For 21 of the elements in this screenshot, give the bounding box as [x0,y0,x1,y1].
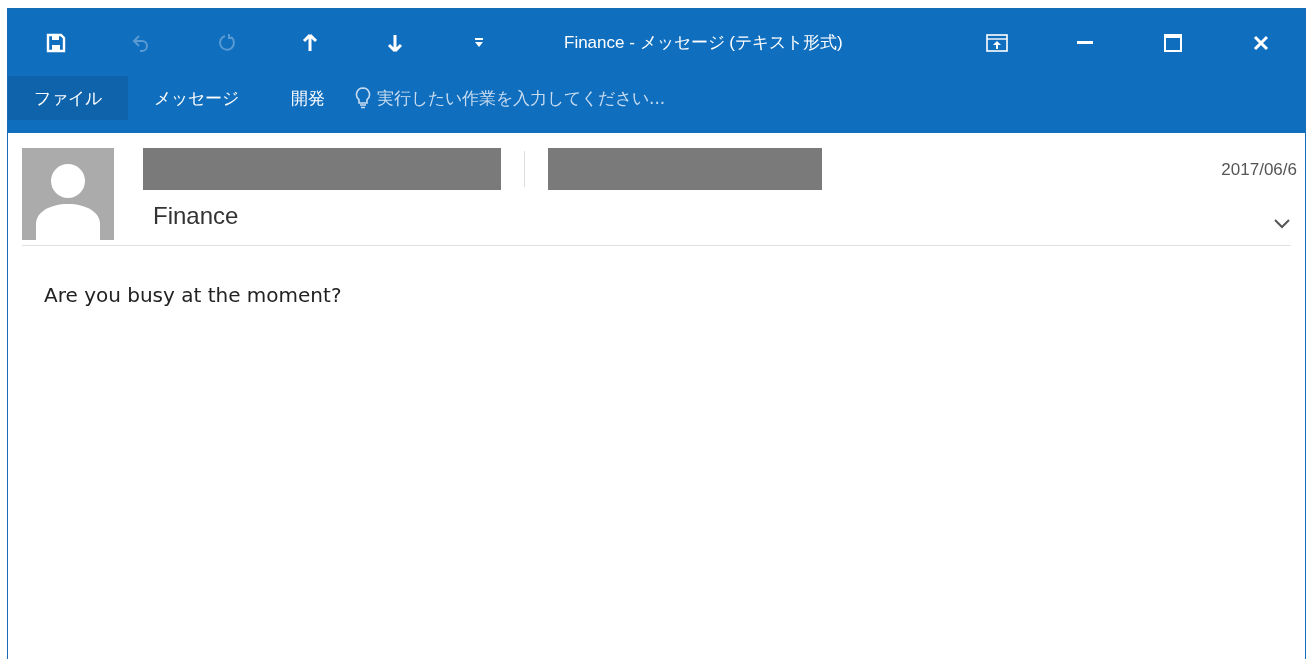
tell-me-field[interactable]: 実行したい作業を入力してください... [377,88,757,108]
save-icon [46,33,66,52]
sender-name: Finance [153,202,240,230]
arrow-up-icon [302,33,318,52]
arrow-down-icon [387,33,403,52]
message-body: Are you busy at the moment? [43,282,343,309]
minimize-icon [1077,40,1093,45]
message-date: 2017/06/6 [1221,160,1297,180]
ribbon-tab[interactable]: 開発 [265,76,351,120]
ribbon-display-icon [986,33,1008,52]
maximize-icon [1164,33,1182,52]
chevron-down-icon [1273,218,1291,230]
window-title: Finance - メッセージ (テキスト形式) [564,32,844,54]
customize-icon [474,37,483,47]
undo-icon [133,34,149,52]
lightbulb-icon [355,87,371,109]
avatar-icon [22,148,114,240]
redo-icon [218,32,235,51]
close-icon [1253,34,1269,51]
ribbon-tab[interactable]: ファイル [8,76,128,120]
ribbon-tab[interactable]: メッセージ [128,76,265,120]
